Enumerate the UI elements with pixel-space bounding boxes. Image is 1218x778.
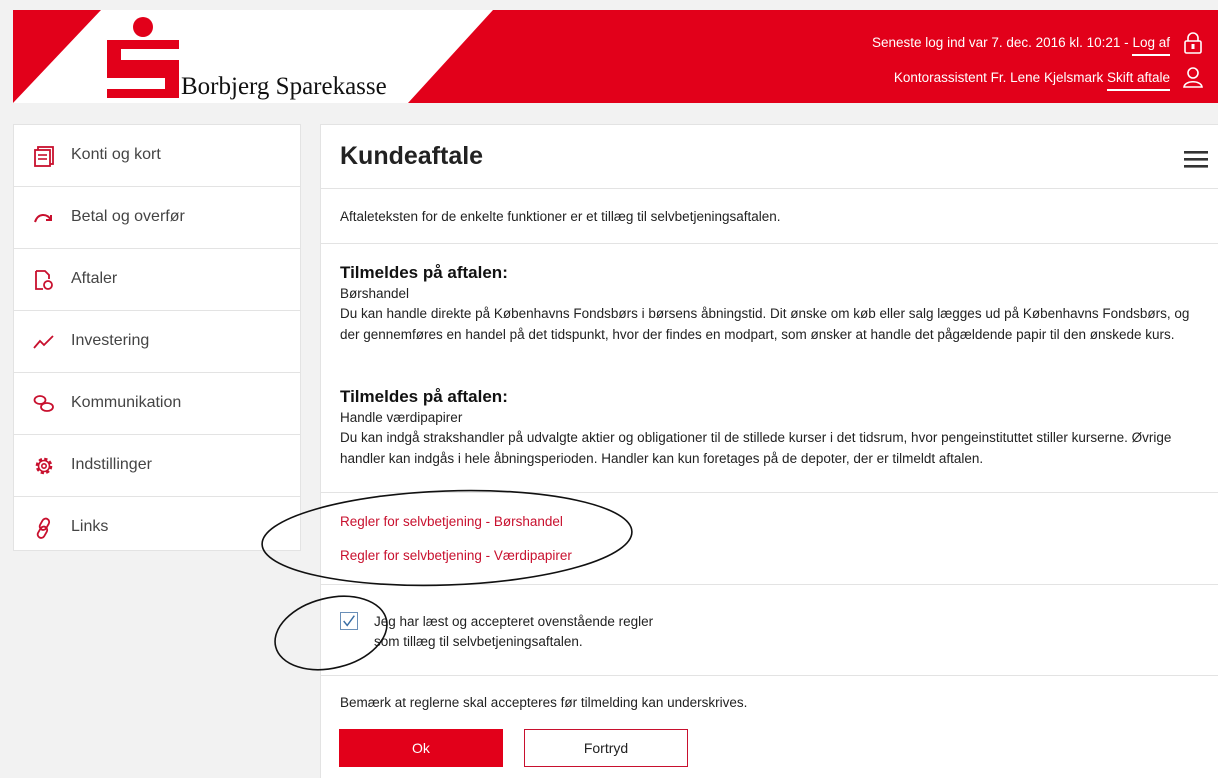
intro-text: Aftaleteksten for de enkelte funktioner … bbox=[340, 209, 781, 224]
ok-button[interactable]: Ok bbox=[339, 729, 503, 767]
transfer-arrow-icon bbox=[34, 214, 52, 223]
section-body: Du kan handle direkte på Københavns Fond… bbox=[340, 306, 1190, 342]
hamburger-menu-icon[interactable] bbox=[1184, 149, 1208, 169]
divider bbox=[321, 584, 1218, 585]
divider bbox=[321, 243, 1218, 244]
page-title: Kundeaftale bbox=[340, 142, 484, 170]
sidebar-nav: Konti og kort Betal og overfør Aftaler I… bbox=[13, 124, 301, 551]
switch-agreement-link[interactable]: Skift aftale bbox=[1106, 70, 1170, 91]
accept-rules-label: Jeg har læst og accepteret ovenstående r… bbox=[374, 612, 653, 652]
page: Borbjerg Sparekasse Seneste log ind var … bbox=[0, 0, 1218, 778]
sidebar-item-label: Kommunikation bbox=[71, 394, 182, 411]
section-subtitle: Børshandel bbox=[340, 286, 410, 301]
sidebar-item-konti-og-kort[interactable]: Konti og kort bbox=[14, 125, 300, 187]
accept-line-1: Jeg har læst og accepteret ovenstående r… bbox=[374, 614, 654, 629]
rules-vaerdipapirer-link[interactable]: Regler for selvbetjening - Værdipapirer bbox=[340, 548, 572, 563]
agreement-document-icon bbox=[35, 270, 53, 290]
rules-borshandel-link[interactable]: Regler for selvbetjening - Børshandel bbox=[340, 514, 563, 529]
agreement-section-vaerdipapirer: Tilmeldes på aftalen: Handle værdipapire… bbox=[340, 387, 1200, 469]
cancel-button[interactable]: Fortryd bbox=[524, 729, 688, 767]
section-heading: Tilmeldes på aftalen: bbox=[340, 263, 508, 282]
link-icon bbox=[36, 517, 51, 539]
checkmark-icon bbox=[343, 615, 355, 627]
agreement-section-borshandel: Tilmeldes på aftalen: Børshandel Du kan … bbox=[340, 263, 1200, 345]
lock-icon[interactable] bbox=[1182, 32, 1204, 54]
header-bar: Borbjerg Sparekasse Seneste log ind var … bbox=[13, 10, 1218, 103]
sidebar-item-label: Aftaler bbox=[71, 270, 118, 287]
agreement-panel: Kundeaftale Aftaleteksten for de enkelte… bbox=[320, 124, 1218, 778]
account-cards-icon bbox=[34, 146, 54, 167]
logout-link[interactable]: Log af bbox=[1132, 35, 1170, 56]
gear-icon bbox=[35, 457, 53, 475]
sidebar-item-investering[interactable]: Investering bbox=[14, 311, 300, 373]
bank-logo-icon bbox=[107, 17, 179, 98]
sidebar-item-label: Links bbox=[71, 518, 109, 535]
user-line: Kontorassistent Fr. Lene Kjelsmark Skift… bbox=[893, 70, 1170, 91]
acceptance-note: Bemærk at reglerne skal accepteres før t… bbox=[340, 695, 748, 710]
user-icon[interactable] bbox=[1182, 66, 1204, 88]
sidebar-item-indstillinger[interactable]: Indstillinger bbox=[14, 435, 300, 497]
sidebar-item-label: Betal og overfør bbox=[71, 208, 185, 225]
last-login-text: Seneste log ind var 7. dec. 2016 kl. 10:… bbox=[872, 35, 1129, 50]
divider bbox=[321, 675, 1218, 676]
sidebar-item-links[interactable]: Links bbox=[14, 497, 300, 558]
section-body: Du kan indgå strakshandler på udvalgte a… bbox=[340, 430, 1172, 466]
accept-rules-checkbox[interactable] bbox=[340, 612, 358, 630]
section-subtitle: Handle værdipapirer bbox=[340, 410, 463, 425]
sidebar-item-betal-og-overfor[interactable]: Betal og overfør bbox=[14, 187, 300, 249]
sidebar-item-label: Konti og kort bbox=[71, 146, 161, 163]
section-heading: Tilmeldes på aftalen: bbox=[340, 387, 508, 406]
divider bbox=[321, 188, 1218, 189]
chat-bubbles-icon bbox=[33, 395, 54, 412]
sidebar-item-aftaler[interactable]: Aftaler bbox=[14, 249, 300, 311]
accept-line-2: som tillæg til selvbetjeningsaftalen. bbox=[374, 634, 583, 649]
last-login-line: Seneste log ind var 7. dec. 2016 kl. 10:… bbox=[872, 35, 1170, 56]
investment-chart-icon bbox=[33, 335, 54, 349]
user-name: Kontorassistent Fr. Lene Kjelsmark bbox=[893, 70, 1104, 85]
divider bbox=[321, 492, 1218, 493]
sidebar-item-label: Investering bbox=[71, 332, 150, 349]
sidebar-item-kommunikation[interactable]: Kommunikation bbox=[14, 373, 300, 435]
bank-name: Borbjerg Sparekasse bbox=[181, 73, 387, 100]
sidebar-item-label: Indstillinger bbox=[71, 456, 152, 473]
